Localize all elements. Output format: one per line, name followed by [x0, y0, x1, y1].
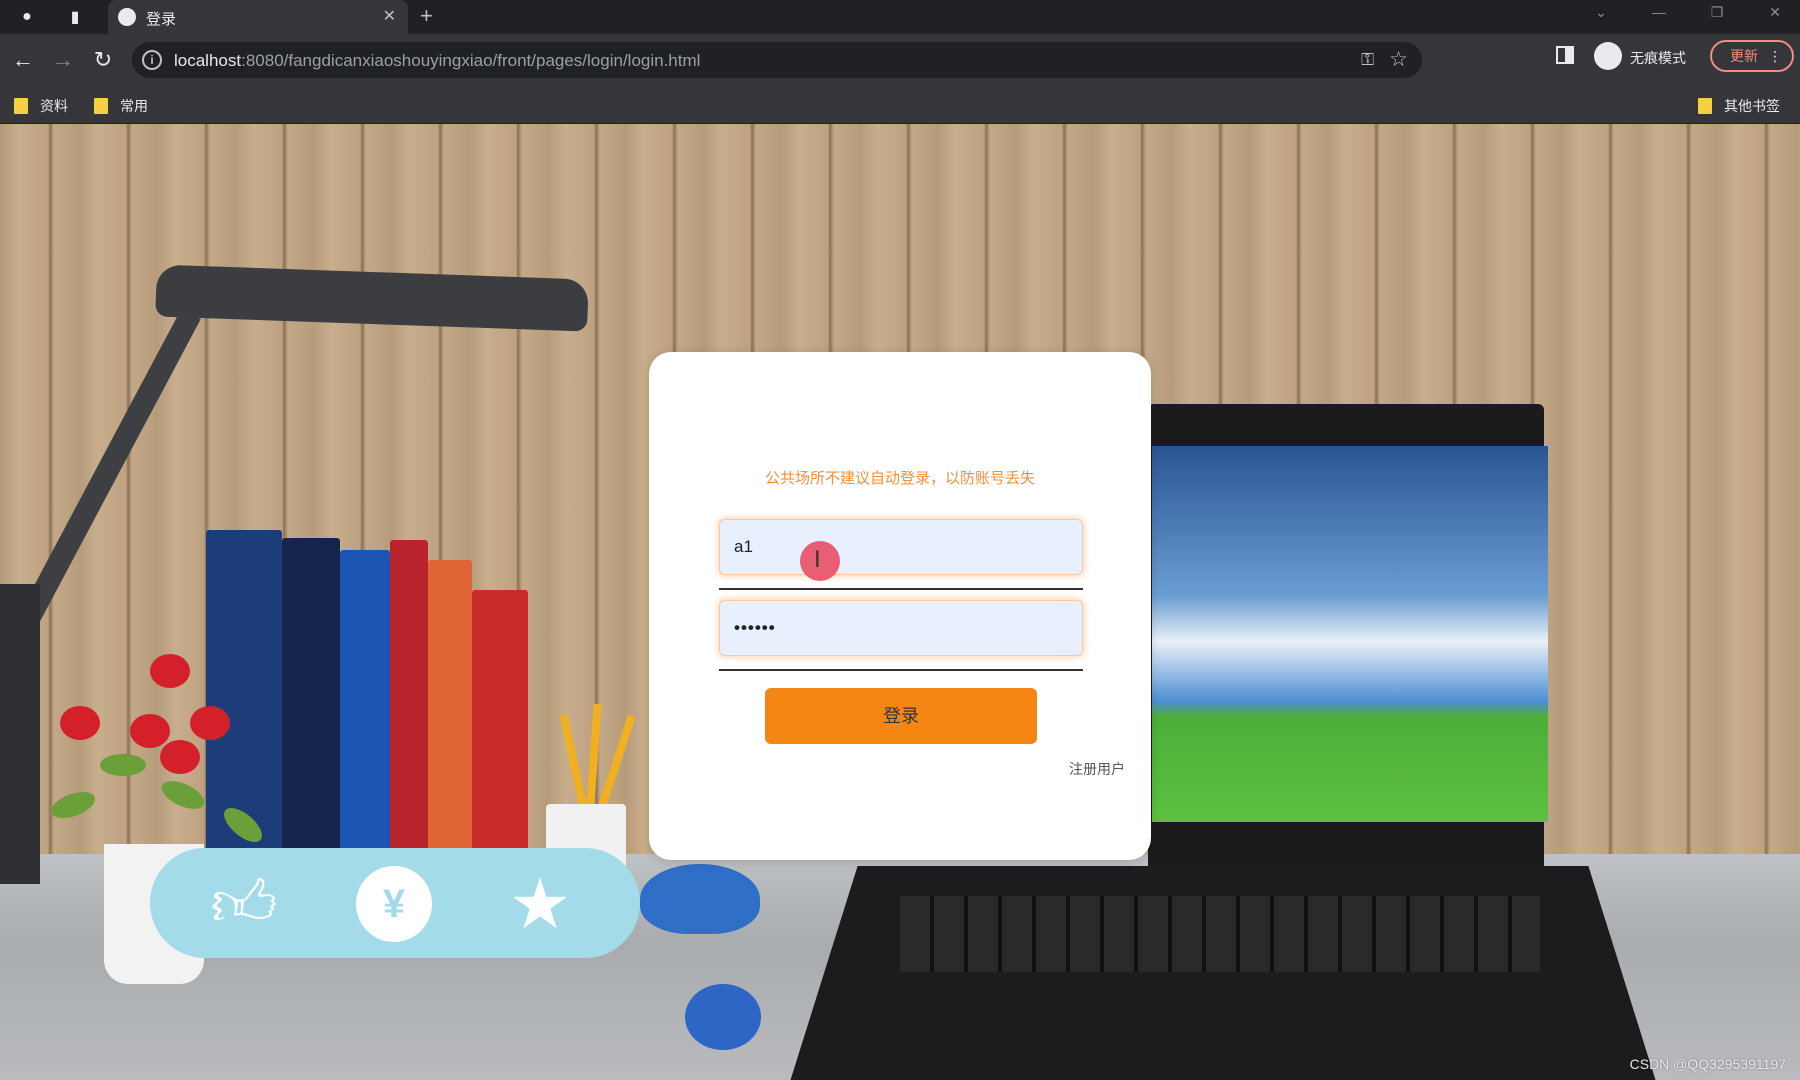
pencil	[596, 715, 636, 813]
tab-title: 登录	[146, 11, 177, 28]
leaf	[100, 754, 146, 776]
thumbs-up-icon[interactable]: 👍︎	[206, 866, 282, 942]
book	[390, 540, 428, 850]
flower	[190, 706, 230, 740]
coin-icon[interactable]: ¥	[356, 866, 432, 942]
book	[282, 538, 340, 850]
bookmark-star-icon[interactable]: ☆	[1389, 47, 1408, 72]
social-action-bar: 👍︎ ¥ ★	[150, 848, 640, 958]
star-icon[interactable]: ★	[502, 865, 578, 943]
lamp-head	[155, 264, 589, 332]
leaf	[157, 775, 209, 815]
back-icon[interactable]: ←	[10, 47, 36, 73]
menu-dots-icon[interactable]: ⋮	[1768, 42, 1782, 70]
url-path: :8080/fangdicanxiaoshouyingxiao/front/pa…	[241, 51, 701, 70]
bookmark-folder-other[interactable]: 其他书签	[1698, 96, 1780, 116]
browser-chrome: ● ▮ 登录 ✕ + ⌄ — ❐ ✕ ← → ↻ i localhost:808…	[0, 0, 1800, 124]
forward-icon[interactable]: →	[50, 47, 76, 73]
password-underline	[719, 669, 1083, 671]
login-hint-text: 公共场所不建议自动登录，以防账号丢失	[764, 470, 1035, 487]
update-button[interactable]: 更新 ⋮	[1710, 40, 1794, 72]
site-info-icon[interactable]: i	[142, 50, 162, 70]
password-field[interactable]	[719, 600, 1083, 656]
globe-favicon-icon	[118, 8, 136, 26]
restore-icon[interactable]: ❐	[1702, 4, 1732, 21]
pencil	[559, 714, 589, 814]
url-text[interactable]: localhost:8080/fangdicanxiaoshouyingxiao…	[174, 51, 700, 71]
flower	[130, 714, 170, 748]
bookmark-folder-ziliao[interactable]: 资料	[14, 96, 68, 116]
pencil	[586, 703, 602, 805]
username-input[interactable]	[720, 520, 1082, 574]
folder-icon	[14, 98, 28, 114]
reload-icon[interactable]: ↻	[90, 47, 116, 73]
new-tab-icon[interactable]: +	[420, 3, 433, 29]
window-close-icon[interactable]: ✕	[1760, 4, 1790, 21]
side-panel-icon[interactable]	[1556, 46, 1574, 64]
bookmark-label: 常用	[120, 98, 148, 114]
key-icon[interactable]: ⚿	[1361, 50, 1374, 70]
leaf	[47, 786, 99, 824]
url-host: localhost	[174, 51, 242, 70]
username-field[interactable]	[719, 519, 1083, 575]
bookmarks-bar: 资料 常用 其他书签	[0, 86, 1800, 124]
update-label: 更新	[1730, 48, 1758, 64]
book	[428, 560, 472, 850]
flower	[60, 706, 100, 740]
globe-icon[interactable]: ●	[16, 6, 38, 28]
book	[472, 590, 528, 850]
username-underline	[719, 588, 1083, 590]
text-cursor-icon: I	[814, 546, 821, 573]
flower	[150, 654, 190, 688]
bookmark-label: 资料	[40, 98, 68, 114]
flower	[160, 740, 200, 774]
login-page: 👍︎ ¥ ★ 公共场所不建议自动登录，以防账号丢失 登录 注册用户 CSDN @…	[0, 124, 1800, 1080]
flower-plant	[30, 644, 290, 864]
address-bar[interactable]: i localhost:8080/fangdicanxiaoshouyingxi…	[132, 42, 1422, 78]
password-input[interactable]	[720, 601, 1082, 655]
book	[340, 550, 390, 850]
close-tab-icon[interactable]: ✕	[383, 6, 396, 26]
bookmark-label: 其他书签	[1724, 98, 1780, 114]
laptop-wallpaper	[1152, 446, 1548, 822]
leaf	[218, 801, 268, 849]
tab-strip: ● ▮ 登录 ✕ + ⌄ — ❐ ✕	[0, 0, 1800, 34]
tab-login[interactable]: 登录 ✕	[108, 0, 408, 34]
bookmark-folder-changyong[interactable]: 常用	[94, 96, 148, 116]
browser-toolbar: ← → ↻ i localhost:8080/fangdicanxiaoshou…	[0, 34, 1800, 86]
whale-stand	[685, 984, 761, 1050]
watermark: CSDN @QQ3295391197	[1629, 1056, 1786, 1072]
tab-search-icon[interactable]: ▮	[64, 6, 86, 28]
login-button[interactable]: 登录	[765, 688, 1037, 744]
folder-icon	[1698, 98, 1712, 114]
register-link[interactable]: 注册用户	[1069, 759, 1125, 779]
incognito-label[interactable]: 无痕模式	[1630, 48, 1686, 68]
laptop-keyboard	[900, 896, 1540, 972]
folder-icon	[94, 98, 108, 114]
incognito-icon[interactable]	[1594, 42, 1622, 70]
login-card: 公共场所不建议自动登录，以防账号丢失 登录 注册用户	[649, 352, 1151, 860]
minimize-icon[interactable]: —	[1644, 4, 1674, 20]
whale-figurine	[640, 864, 760, 934]
tab-list-chevron-icon[interactable]: ⌄	[1586, 4, 1616, 21]
